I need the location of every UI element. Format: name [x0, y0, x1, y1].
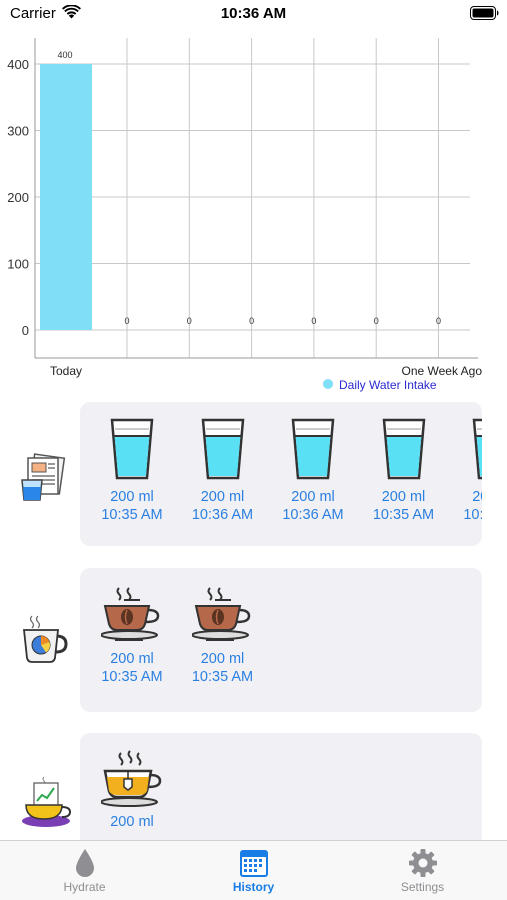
- status-time: 10:36 AM: [220, 5, 287, 22]
- bar-data-label: 400: [57, 50, 72, 60]
- y-tick-label: 200: [7, 190, 29, 205]
- entry-amount: 200 ml: [291, 489, 335, 505]
- x-tick-label-today: Today: [50, 364, 82, 378]
- tea-entries-card[interactable]: 200 ml: [80, 733, 482, 840]
- bar-data-label: 0: [374, 316, 379, 326]
- battery-icon: [470, 6, 499, 20]
- water-entry[interactable]: 200 ml 10:36 AM: [268, 418, 358, 524]
- status-bar: Carrier 10:36 AM: [0, 0, 507, 30]
- bar-data-label: 0: [187, 316, 192, 326]
- water-entry[interactable]: 200 ml 10:36 AM: [178, 418, 268, 524]
- legend-marker: [323, 379, 333, 389]
- y-tick-label: 100: [7, 257, 29, 272]
- water-glass-icon: [87, 418, 177, 488]
- entry-time: 10:35 AM: [463, 507, 482, 523]
- water-entry[interactable]: 200 ml 10:35 AM: [359, 418, 449, 524]
- coffee-section: 200 ml 10:35 AM 200 ml 10:35 AM: [0, 568, 507, 712]
- legend-label: Daily Water Intake: [339, 378, 437, 392]
- entry-time: 10:36 AM: [282, 507, 344, 523]
- calendar-icon: [239, 850, 268, 877]
- entry-amount: 200 ml: [200, 489, 245, 505]
- entry-amount: 200 ml: [110, 651, 154, 667]
- coffee-entry[interactable]: 200 ml 10:35 AM: [87, 586, 177, 686]
- water-glass-icon: [268, 418, 358, 488]
- newspaper-water-icon: [21, 453, 66, 501]
- entry-time: 10:35 AM: [372, 507, 435, 523]
- coffee-entry[interactable]: 200 ml 10:35 AM: [178, 586, 268, 686]
- tab-settings-label: Settings: [400, 880, 445, 894]
- tab-hydrate-label: Hydrate: [63, 880, 106, 894]
- entry-amount: 200 ml: [110, 814, 154, 830]
- drop-icon: [75, 849, 94, 877]
- tea-entry[interactable]: 200 ml: [87, 749, 177, 831]
- entry-time: 10:35 AM: [191, 669, 254, 685]
- bar-data-label: 0: [124, 316, 129, 326]
- water-glass-icon: [178, 418, 268, 488]
- bar-data-label: 0: [436, 316, 441, 326]
- bar-data-label: 0: [249, 316, 254, 326]
- coffee-entries-list: 200 ml 10:35 AM 200 ml 10:35 AM: [80, 568, 482, 712]
- water-section: 200 ml 10:35 AM 200 ml 10:36 AM 200 ml 10:36 …: [0, 402, 507, 546]
- water-intake-chart: 0 100 200 300 400 400 0 0 0 0 0 0 Today One Week Ago D…: [0, 30, 507, 400]
- tab-hydrate[interactable]: Hydrate: [0, 841, 169, 900]
- bar-data-label: 0: [311, 316, 316, 326]
- chart-canvas: 0 100 200 300 400 400 0 0 0 0 0 0 Today One Week AgoD…: [7, 38, 483, 392]
- entry-time: 10:36 AM: [191, 507, 254, 523]
- tea-chart-icon: [22, 776, 72, 827]
- bar: [40, 64, 92, 330]
- tab-history-label: History: [232, 880, 275, 894]
- gear-icon: [408, 849, 437, 877]
- entry-amount: 200 ml: [110, 489, 154, 505]
- coffee-cup-icon: [178, 586, 268, 650]
- tab-settings[interactable]: Settings: [338, 841, 507, 900]
- tab-bar: Hydrate History Settings: [0, 840, 507, 900]
- entry-time: 10:35 AM: [101, 669, 163, 685]
- tea-entries-list: 200 ml: [80, 733, 482, 840]
- water-entries-list: 200 ml 10:35 AM 200 ml 10:36 AM 200 ml 10:36 …: [80, 402, 482, 546]
- tea-cup-icon: [87, 749, 177, 813]
- x-tick-label-week-ago: One Week Ago: [402, 364, 483, 378]
- entry-amount: 200 ml: [381, 489, 426, 505]
- water-glass-icon: [449, 418, 482, 488]
- water-entries-card[interactable]: 200 ml 10:35 AM 200 ml 10:36 AM 200 ml 10:36 …: [80, 402, 482, 546]
- entry-amount: 200 ml: [472, 489, 482, 505]
- entry-amount: 200 ml: [200, 651, 245, 667]
- water-entry[interactable]: 200 ml 10:35 AM: [449, 418, 482, 524]
- water-entry[interactable]: 200 ml 10:35 AM: [87, 418, 177, 524]
- coffee-entries-card[interactable]: 200 ml 10:35 AM 200 ml 10:35 AM: [80, 568, 482, 712]
- y-tick-label: 0: [22, 323, 29, 338]
- water-glass-icon: [359, 418, 449, 488]
- chart-mug-icon: [22, 615, 68, 663]
- tea-section: 200 ml: [0, 733, 507, 840]
- coffee-cup-icon: [87, 586, 177, 650]
- tab-history[interactable]: History: [169, 841, 338, 900]
- y-tick-label: 300: [7, 124, 29, 139]
- entry-time: 10:35 AM: [101, 507, 163, 523]
- y-tick-label: 400: [7, 57, 29, 72]
